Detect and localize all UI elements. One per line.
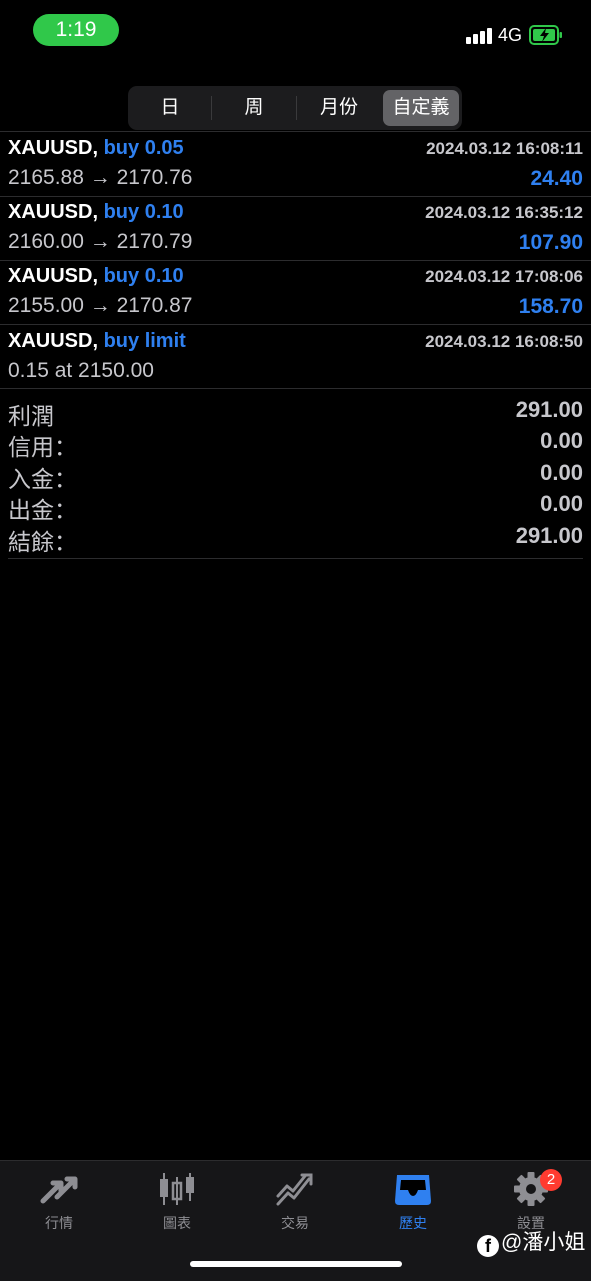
summary-value: 291.00 — [515, 397, 583, 422]
trade-side: buy 0.10 — [103, 201, 184, 223]
quotes-arrows-icon — [40, 1176, 78, 1204]
order-details: 0.15 at 2150.00 — [8, 359, 154, 382]
summary-label: 信用： — [8, 434, 77, 460]
status-bar: 1:19 4G — [0, 0, 591, 60]
cellular-signal-icon — [466, 24, 494, 44]
trade-row[interactable]: XAUUSD, buy 0.10 2024.03.12 17:08:06 215… — [0, 260, 591, 324]
summary-deposit: 入金： 0.00 — [0, 460, 591, 492]
trade-profit: 107.90 — [518, 231, 583, 254]
divider — [8, 558, 583, 559]
tab-quotes[interactable]: 行情 — [0, 1169, 118, 1239]
trade-side: buy 0.05 — [103, 137, 184, 159]
summary-label: 利潤 — [8, 403, 54, 429]
tab-label: 歷史 — [399, 1215, 427, 1231]
watermark-text: @潘小姐 — [501, 1231, 586, 1254]
watermark: f @潘小姐 — [477, 1226, 585, 1257]
notification-badge: 2 — [540, 1169, 562, 1191]
summary-credit: 信用： 0.00 — [0, 428, 591, 460]
facebook-icon: f — [477, 1235, 499, 1257]
trade-datetime: 2024.03.12 16:08:11 — [426, 139, 583, 158]
tab-label: 交易 — [281, 1215, 309, 1231]
tab-label: 行情 — [45, 1215, 73, 1231]
period-selector: 日 周 月份 自定義 — [128, 86, 462, 130]
battery-charging-icon — [529, 25, 562, 45]
summary-value: 0.00 — [540, 460, 583, 485]
trade-side: buy limit — [103, 330, 186, 352]
history-inbox-icon — [395, 1175, 431, 1205]
summary-label: 出金： — [8, 497, 77, 523]
tab-history[interactable]: 歷史 — [354, 1169, 472, 1239]
status-time: 1:19 — [33, 14, 119, 46]
summary-profit: 利潤 291.00 — [0, 397, 591, 429]
tab-week[interactable]: 周 — [215, 90, 293, 126]
summary-label: 結餘： — [8, 529, 77, 555]
trade-datetime: 2024.03.12 16:08:50 — [425, 332, 583, 351]
summary-withdrawal: 出金： 0.00 — [0, 491, 591, 523]
candlestick-chart-icon — [160, 1173, 194, 1205]
trade-symbol: XAUUSD, — [8, 201, 99, 223]
tab-trade[interactable]: 交易 — [236, 1169, 354, 1239]
tab-month[interactable]: 月份 — [300, 90, 378, 126]
summary-balance: 結餘： 291.00 — [0, 523, 591, 555]
order-row[interactable]: XAUUSD, buy limit 2024.03.12 16:08:50 0.… — [0, 325, 591, 389]
trade-prices: 2160.00 → 2170.79 — [8, 230, 193, 253]
segment-divider — [296, 96, 297, 120]
summary-value: 0.00 — [540, 428, 583, 453]
trade-prices: 2165.88 → 2170.76 — [8, 166, 193, 189]
divider — [0, 388, 591, 389]
trade-side: buy 0.10 — [103, 265, 184, 287]
summary-label: 入金： — [8, 466, 77, 492]
trade-datetime: 2024.03.12 16:35:12 — [425, 203, 583, 222]
trade-trend-icon — [276, 1173, 313, 1206]
trade-datetime: 2024.03.12 17:08:06 — [425, 267, 583, 286]
tab-custom[interactable]: 自定義 — [383, 90, 459, 126]
trade-profit: 158.70 — [518, 295, 583, 318]
network-type: 4G — [498, 25, 523, 45]
tab-chart[interactable]: 圖表 — [118, 1169, 236, 1239]
tab-label: 圖表 — [163, 1215, 191, 1231]
trade-row[interactable]: XAUUSD, buy 0.05 2024.03.12 16:08:11 216… — [0, 132, 591, 196]
trade-symbol: XAUUSD, — [8, 330, 99, 352]
trade-symbol: XAUUSD, — [8, 137, 99, 159]
summary-value: 0.00 — [540, 491, 583, 516]
tab-day[interactable]: 日 — [132, 90, 208, 126]
trade-profit: 24.40 — [530, 167, 583, 190]
home-indicator[interactable] — [190, 1261, 402, 1267]
trade-symbol: XAUUSD, — [8, 265, 99, 287]
trade-prices: 2155.00 → 2170.87 — [8, 294, 193, 317]
summary-value: 291.00 — [515, 523, 583, 548]
segment-divider — [211, 96, 212, 120]
trade-row[interactable]: XAUUSD, buy 0.10 2024.03.12 16:35:12 216… — [0, 196, 591, 260]
